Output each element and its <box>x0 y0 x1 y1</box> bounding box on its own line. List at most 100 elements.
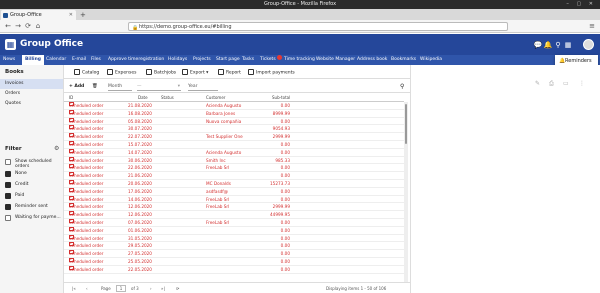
table-row[interactable]: Scheduled order 16.08.2020 Barbara Jones 89… <box>64 109 404 118</box>
table-row[interactable]: Scheduled order 30.06.2020 Smith Inc 985.33 <box>64 156 404 165</box>
print-icon[interactable]: ⎙ <box>549 80 554 88</box>
grid-scrollbar[interactable] <box>404 102 408 282</box>
avatar[interactable] <box>583 39 594 50</box>
row-date: 30.06.2020 <box>128 157 152 163</box>
app-logo-icon[interactable]: ▦ <box>5 39 16 50</box>
folder-icon[interactable]: ▭ <box>563 80 569 87</box>
table-row[interactable]: Scheduled order 31.05.2020 0.00 <box>64 234 404 243</box>
new-tab-button[interactable]: + <box>80 10 86 20</box>
tab-projects[interactable]: Projects <box>193 55 211 65</box>
column-id[interactable]: ID <box>69 94 73 102</box>
row-date: 12.06.2020 <box>128 212 152 218</box>
tab-approve-timeregistration[interactable]: Approve timeregistration <box>108 55 164 65</box>
report-button[interactable]: Report <box>218 69 241 76</box>
column-status[interactable]: Status <box>161 94 174 102</box>
back-icon[interactable]: ← <box>4 22 12 30</box>
year-field[interactable]: Year <box>188 83 218 91</box>
table-row[interactable]: Scheduled order 27.05.2020 0.00 <box>64 250 404 258</box>
scrollbar-thumb[interactable] <box>405 104 407 144</box>
prev-page-button[interactable]: ‹ <box>86 286 88 292</box>
expenses-button[interactable]: Expenses <box>107 69 136 76</box>
tab-tickets[interactable]: Tickets <box>260 55 282 65</box>
search-icon[interactable]: ⚲ <box>553 41 563 49</box>
month-select[interactable]: — ▾ <box>137 83 181 91</box>
table-row[interactable]: Scheduled order 21.06.2020 0.00 <box>64 172 404 180</box>
table-row[interactable]: Scheduled order 07.06.2020 FreeLab Srl 0.00 <box>64 219 404 227</box>
first-page-button[interactable]: |« <box>72 286 76 292</box>
tab-files[interactable]: Files <box>91 55 101 65</box>
tab-billing[interactable]: Billing <box>22 55 45 65</box>
table-row[interactable]: Scheduled order 25.05.2020 0.00 <box>64 258 404 266</box>
last-page-button[interactable]: »| <box>161 286 165 292</box>
home-icon[interactable]: ⌂ <box>34 22 42 30</box>
favicon-icon <box>3 13 8 18</box>
forward-icon[interactable]: → <box>14 22 22 30</box>
table-row[interactable]: Scheduled order 29.05.2020 0.00 <box>64 242 404 251</box>
browser-menu-icon[interactable]: ≡ <box>588 22 596 30</box>
table-row[interactable]: Scheduled order 14.07.2020 Acienda Augusto… <box>64 148 404 157</box>
table-row[interactable]: Scheduled order 14.06.2020 FreeLab Srl 0.00 <box>64 195 404 204</box>
url-bar[interactable]: 🔒 https://demo.group-office.eu/#billing <box>128 22 508 31</box>
more-icon[interactable]: ⋮ <box>579 80 585 87</box>
tab-start-page[interactable]: Start page <box>216 55 240 65</box>
column-customer[interactable]: Customer <box>206 94 225 102</box>
batchjobs-button[interactable]: Batchjobs <box>146 69 176 76</box>
apps-icon[interactable]: ▦ <box>563 41 573 49</box>
reload-icon[interactable]: ⟳ <box>24 22 32 30</box>
row-customer: FreeLab Srl <box>206 165 230 171</box>
grid-search-icon[interactable]: ⚲ <box>400 83 404 90</box>
table-row[interactable]: Scheduled order 01.06.2020 0.00 <box>64 226 404 235</box>
import-payments-button[interactable]: Import payments <box>248 69 295 76</box>
table-row[interactable]: Scheduled order 05.08.2020 Nuova compañia 0… <box>64 117 404 126</box>
page-number-input[interactable]: 1 <box>116 285 126 292</box>
tab-news[interactable]: News <box>3 55 15 65</box>
table-row[interactable]: Scheduled order 15.07.2020 0.00 <box>64 141 404 149</box>
table-row[interactable]: Scheduled order 17.06.2020 asdfasdf@ 0.00 <box>64 187 404 196</box>
delete-icon[interactable]: 🗑 <box>92 83 98 90</box>
filter-credit-checkbox[interactable] <box>5 182 11 188</box>
chat-icon[interactable]: 💬 <box>533 41 543 49</box>
column-subtotal[interactable]: Sub-total <box>272 94 290 102</box>
tab-close-icon[interactable]: ✕ <box>69 10 73 20</box>
table-row[interactable]: Scheduled order 30.07.2020 9054.93 <box>64 125 404 134</box>
month-field[interactable]: Month <box>108 83 132 91</box>
table-row[interactable]: Scheduled order 22.05.2020 0.00 <box>64 265 404 274</box>
row-id-text: Scheduled order <box>69 149 104 155</box>
filter-waiting-checkbox[interactable] <box>5 215 11 221</box>
sidebar-item-orders[interactable]: Orders <box>0 89 63 99</box>
bell-icon[interactable]: 🔔 <box>543 41 553 49</box>
refresh-icon[interactable]: ⟳ <box>176 286 179 292</box>
filter-reminder-sent-checkbox[interactable] <box>5 204 11 210</box>
export-button[interactable]: Export ▾ <box>182 69 208 76</box>
catalog-button[interactable]: Catalog <box>74 69 99 76</box>
table-row[interactable]: Scheduled order 12.06.2020 44999.95 <box>64 211 404 219</box>
sidebar-item-quotes[interactable]: Quotes <box>0 99 63 109</box>
tab-wikipedia[interactable]: Wikipedia <box>420 55 442 65</box>
tab-website-manager[interactable]: Website Manager <box>316 55 355 65</box>
filter-settings-icon[interactable]: ⚙ <box>54 145 59 152</box>
tab-time-tracking[interactable]: Time tracking <box>284 55 315 65</box>
tab-calendar[interactable]: Calendar <box>46 55 66 65</box>
filter-none-checkbox[interactable] <box>5 171 11 177</box>
tickets-badge <box>276 55 282 60</box>
next-page-button[interactable]: › <box>150 286 152 292</box>
filter-paid-checkbox[interactable] <box>5 193 11 199</box>
add-button[interactable]: + Add <box>69 83 84 90</box>
sidebar-item-invoices[interactable]: Invoices <box>0 79 63 89</box>
table-row[interactable]: Scheduled order 12.06.2020 FreeLab Srl 2999… <box>64 203 404 212</box>
browser-tab[interactable]: Group-Office ✕ <box>1 10 76 20</box>
table-row[interactable]: Scheduled order 22.07.2020 Test Supplier O… <box>64 133 404 141</box>
tab-tasks[interactable]: Tasks <box>242 55 254 65</box>
window-controls[interactable]: – ▢ ✕ <box>566 0 596 9</box>
row-subtotal: 0.00 <box>280 103 290 108</box>
column-date[interactable]: Date <box>138 94 148 102</box>
show-scheduled-checkbox[interactable] <box>5 159 11 165</box>
table-row[interactable]: Scheduled order 20.06.2020 MC Donalds 15273… <box>64 180 404 188</box>
table-row[interactable]: Scheduled order 22.06.2020 FreeLab Srl 0.00 <box>64 164 404 173</box>
tab-bookmarks[interactable]: Bookmarks <box>391 55 416 65</box>
tab-address-book[interactable]: Address book <box>357 55 387 65</box>
tab-email[interactable]: E-mail <box>72 55 86 65</box>
table-row[interactable]: Scheduled order 21.08.2020 Acienda Augusto… <box>64 102 404 110</box>
edit-icon[interactable]: ✎ <box>535 80 540 87</box>
tab-holidays[interactable]: Holidays <box>168 55 187 65</box>
